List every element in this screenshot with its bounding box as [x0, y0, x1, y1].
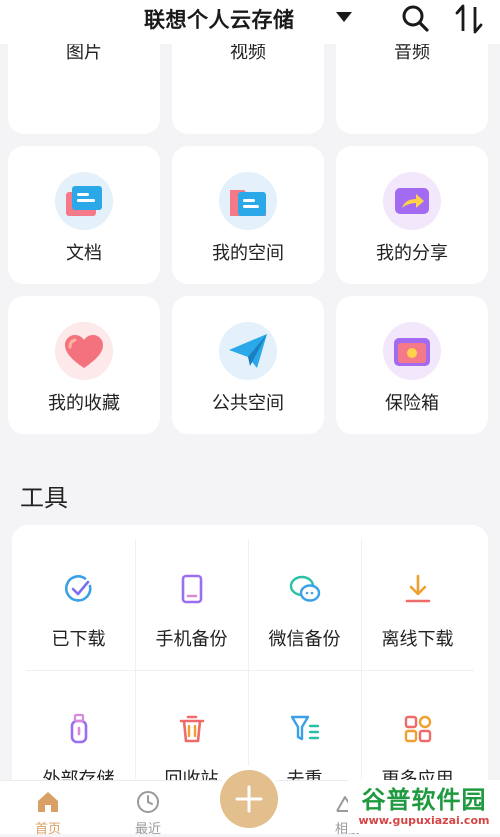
category-label: 文档 [66, 243, 102, 264]
tab-label: 最近 [134, 822, 161, 837]
tools-section-title: 工具 [20, 484, 68, 512]
tab-home[interactable]: 首页 [8, 781, 88, 837]
clock-icon [137, 791, 159, 813]
dropdown-caret-icon[interactable] [336, 12, 352, 22]
watermark: 谷普软件园 www.gupuxiazai.com [348, 780, 500, 833]
folder-icon [219, 172, 277, 230]
download-icon [405, 574, 431, 603]
category-documents[interactable]: 文档 [8, 146, 160, 284]
divider [26, 670, 474, 671]
filter-icon [290, 715, 320, 741]
category-label: 保险箱 [385, 393, 439, 414]
share-icon [383, 172, 441, 230]
trash-icon [179, 715, 205, 743]
add-button-circle [220, 770, 278, 828]
category-label: 我的收藏 [48, 393, 120, 414]
tool-external-storage[interactable]: 外部存储 [22, 675, 135, 795]
tool-label: 离线下载 [381, 629, 454, 650]
category-safe-box[interactable]: 保险箱 [336, 296, 488, 434]
usb-drive-icon [70, 713, 88, 744]
tool-wechat-backup[interactable]: 微信备份 [248, 535, 361, 655]
app-title[interactable]: 联想个人云存储 [144, 4, 295, 34]
tool-label: 已下载 [51, 629, 106, 650]
category-my-share[interactable]: 我的分享 [336, 146, 488, 284]
chat-bubbles-icon [289, 575, 321, 602]
tool-label: 微信备份 [268, 629, 341, 650]
document-icon [55, 172, 113, 230]
tab-label: 首页 [34, 822, 61, 837]
tool-more-apps[interactable]: 更多应用 [361, 675, 474, 795]
add-button[interactable] [216, 766, 282, 832]
category-label: 我的空间 [212, 243, 284, 264]
plus-icon [235, 785, 263, 813]
category-label: 我的分享 [376, 243, 448, 264]
paper-plane-icon [219, 322, 277, 380]
watermark-text: 谷普软件园 [361, 786, 487, 814]
safe-icon [383, 322, 441, 380]
tool-offline-download[interactable]: 离线下载 [361, 535, 474, 655]
apps-grid-icon [404, 715, 432, 743]
category-favorites[interactable]: 我的收藏 [8, 296, 160, 434]
tools-panel: 已下载 手机备份 微信备份 离线下载 外部存储 回收站 去重 更多应用 [12, 525, 488, 795]
check-circle-icon [64, 575, 92, 602]
sort-icon[interactable] [452, 2, 486, 36]
tab-recent[interactable]: 最近 [108, 781, 188, 837]
tool-label: 手机备份 [155, 629, 228, 650]
category-my-space[interactable]: 我的空间 [172, 146, 324, 284]
watermark-url: www.gupuxiazai.com [358, 814, 490, 827]
tool-downloaded[interactable]: 已下载 [22, 535, 135, 655]
heart-icon [55, 322, 113, 380]
phone-icon [181, 574, 203, 604]
home-icon [38, 792, 58, 812]
category-label: 公共空间 [212, 393, 284, 414]
tool-phone-backup[interactable]: 手机备份 [135, 535, 248, 655]
category-public-space[interactable]: 公共空间 [172, 296, 324, 434]
search-icon[interactable] [398, 2, 432, 36]
top-bar: 联想个人云存储 [0, 0, 500, 44]
